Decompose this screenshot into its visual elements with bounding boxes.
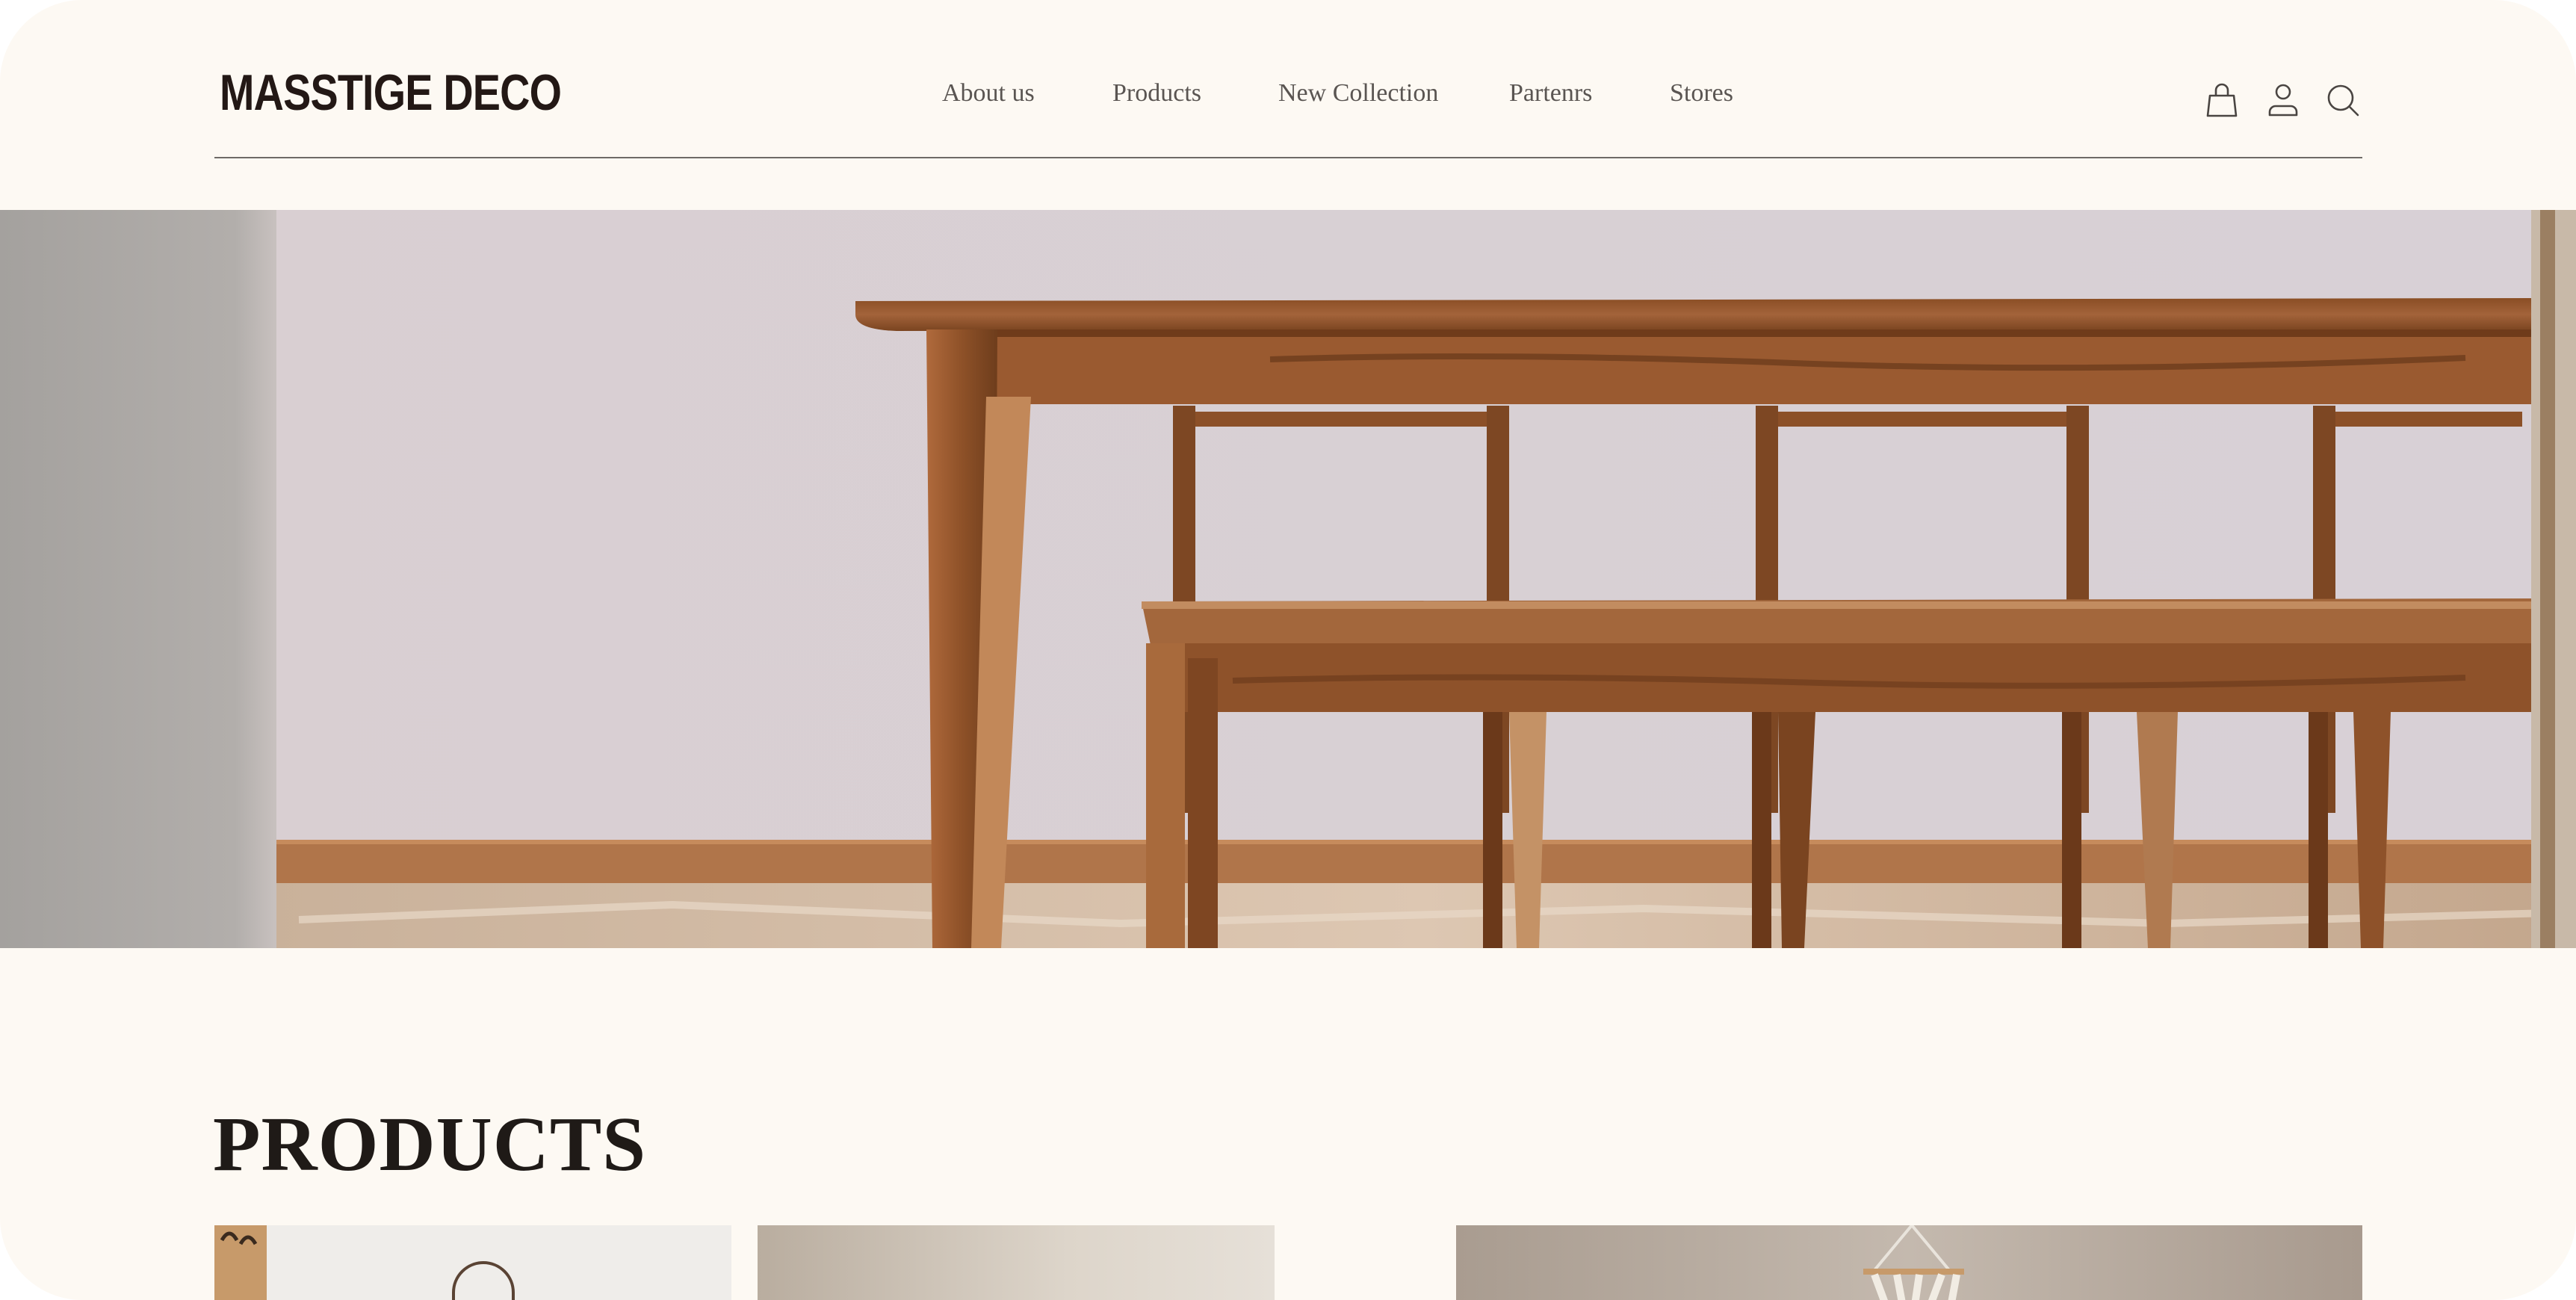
site-header: MASSTIGE DECO About us Products New Coll… bbox=[214, 0, 2362, 158]
product-card-coat-rack[interactable] bbox=[214, 1225, 731, 1300]
brand-logo[interactable]: MASSTIGE DECO bbox=[220, 67, 562, 118]
page: MASSTIGE DECO About us Products New Coll… bbox=[0, 0, 2576, 1300]
nav-new-collection[interactable]: New Collection bbox=[1278, 81, 1438, 106]
product-card-macrame[interactable] bbox=[1456, 1225, 2362, 1300]
nav-stores[interactable]: Stores bbox=[1670, 81, 1733, 106]
hero-image bbox=[0, 210, 2576, 948]
nav-about-us[interactable]: About us bbox=[942, 81, 1035, 106]
nav-products[interactable]: Products bbox=[1112, 81, 1201, 106]
search-icon[interactable] bbox=[2323, 81, 2362, 120]
shopping-bag-icon[interactable] bbox=[2202, 81, 2241, 120]
product-card-interior[interactable] bbox=[758, 1225, 1275, 1300]
nav-partners[interactable]: Partenrs bbox=[1509, 81, 1592, 106]
products-heading: PRODUCTS bbox=[213, 1101, 647, 1187]
user-icon[interactable] bbox=[2264, 81, 2303, 120]
